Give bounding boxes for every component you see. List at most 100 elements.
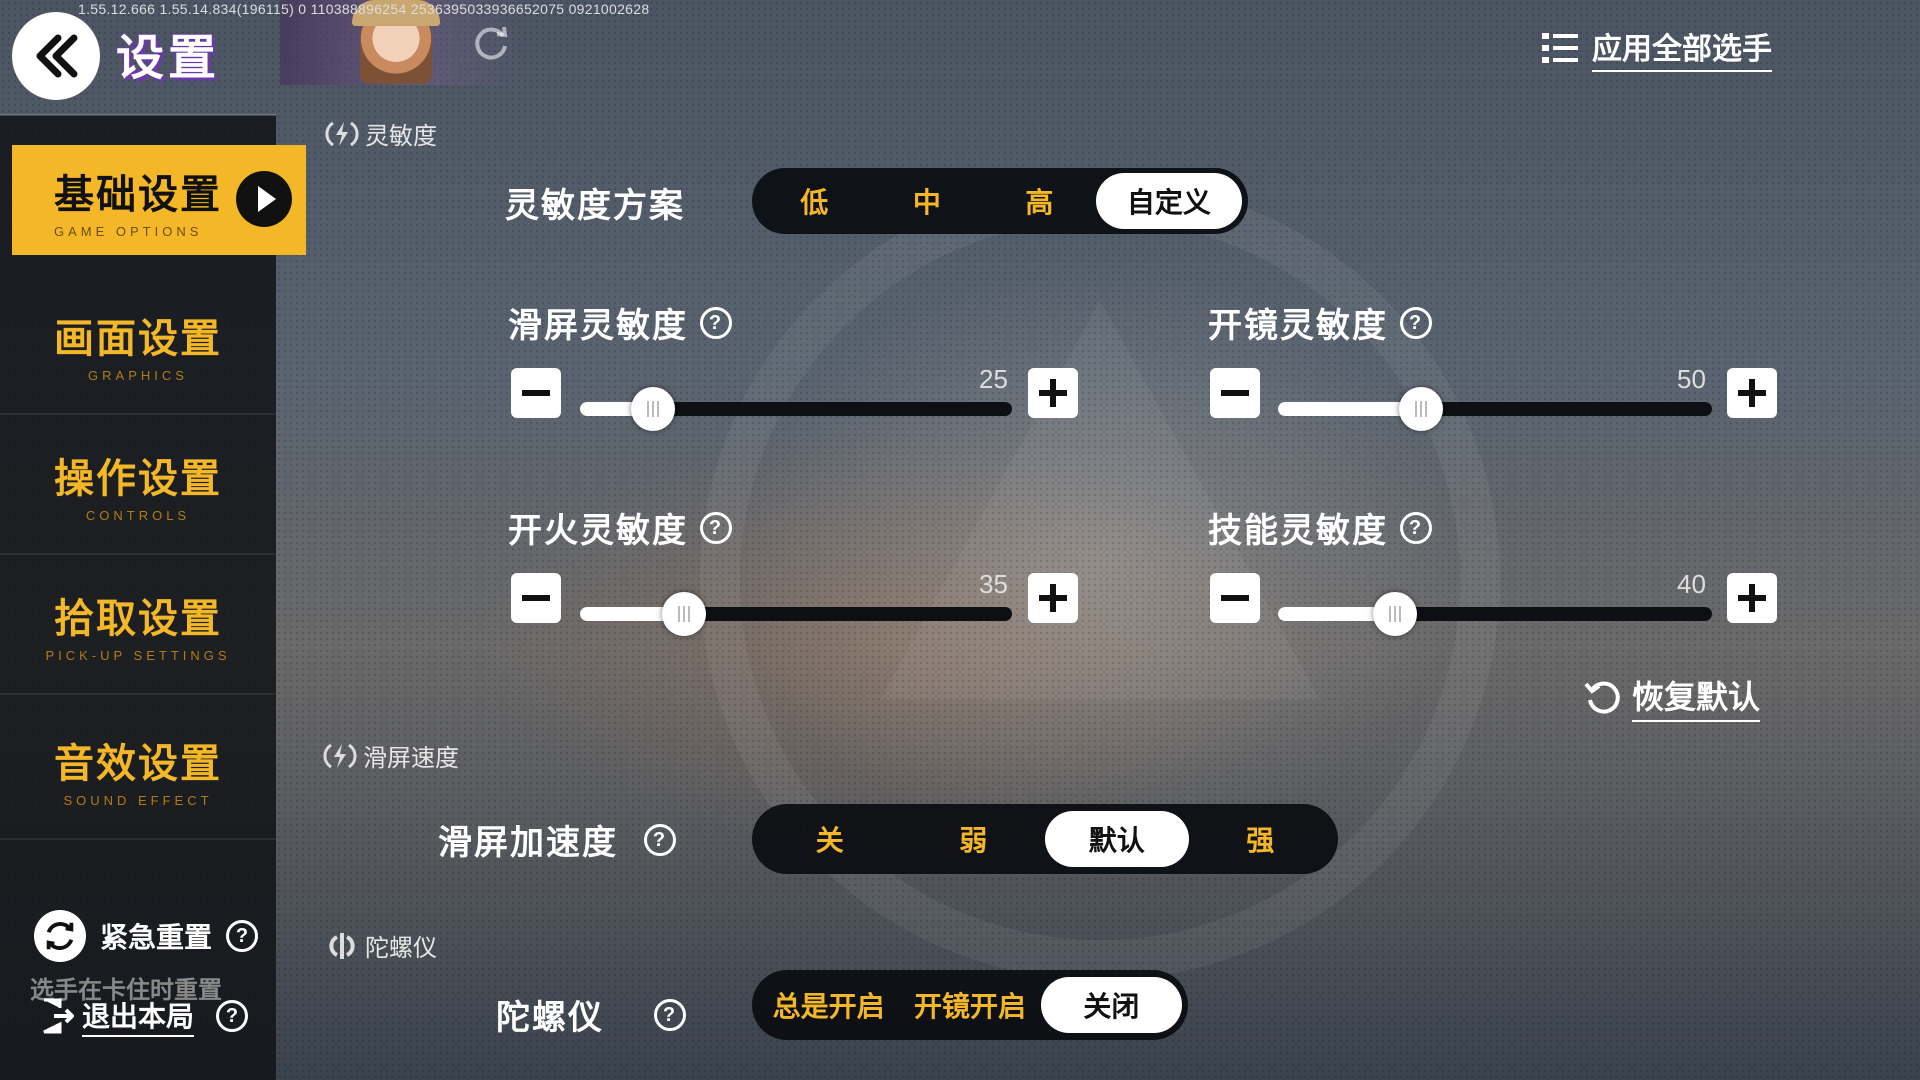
play-icon: [236, 171, 292, 227]
section-gyro: 陀螺仪: [325, 928, 437, 963]
scope-sensitivity-value: 50: [1677, 364, 1706, 394]
sidebar-item-sublabel: GRAPHICS: [88, 367, 188, 383]
sidebar-item-label: 操作设置: [54, 455, 222, 502]
restore-icon: [1584, 681, 1620, 714]
version-text: 1.55.12.666 1.55.14.834(196115) 0 110388…: [78, 1, 650, 17]
section-title: 滑屏速度: [363, 744, 459, 772]
skill-sensitivity-decrease[interactable]: [1210, 573, 1260, 623]
slider-thumb[interactable]: [1373, 592, 1417, 636]
help-icon[interactable]: ?: [1400, 306, 1432, 339]
section-title: 陀螺仪: [365, 934, 437, 962]
sidebar-item-label: 基础设置: [54, 171, 222, 218]
gyro-icon: [329, 932, 355, 959]
slider-label-text: 开火灵敏度: [508, 511, 688, 551]
swipe-sensitivity-slider[interactable]: [580, 387, 1012, 431]
preset-low[interactable]: 低: [758, 173, 871, 229]
apply-all-label: 应用全部选手: [1592, 24, 1772, 72]
sidebar-item-label: 音效设置: [54, 740, 222, 787]
gyro-scope-on[interactable]: 开镜开启: [899, 977, 1040, 1033]
top-bar: 1.55.12.666 1.55.14.834(196115) 0 110388…: [0, 0, 1920, 100]
apply-all-button[interactable]: 应用全部选手: [1540, 24, 1772, 72]
sidebar-item-pickup[interactable]: 拾取设置 PICK-UP SETTINGS: [0, 555, 276, 695]
page-title: 设置: [116, 30, 221, 86]
skill-sensitivity-value: 40: [1677, 569, 1706, 599]
restore-default-button[interactable]: 恢复默认: [1582, 672, 1761, 722]
scope-sensitivity-label: 开镜灵敏度 ?: [1208, 298, 1432, 347]
exit-match-label: 退出本局: [82, 995, 195, 1037]
scope-sensitivity-decrease[interactable]: [1210, 368, 1260, 418]
swipe-accel-label-text: 滑屏加速度: [438, 823, 618, 863]
gyro-off[interactable]: 关闭: [1040, 977, 1182, 1033]
sidebar-item-label: 画面设置: [54, 315, 222, 362]
slider-label-text: 开镜灵敏度: [1208, 306, 1388, 346]
minus-icon: [1221, 595, 1249, 601]
sidebar-item-sublabel: CONTROLS: [85, 507, 191, 523]
gyro-selector: 总是开启 开镜开启 关闭: [752, 970, 1188, 1040]
emergency-reset-button[interactable]: 紧急重置 ?: [34, 910, 259, 962]
preset-medium[interactable]: 中: [871, 173, 984, 229]
swipe-sensitivity-value: 25: [979, 364, 1008, 394]
section-swipe-speed: 滑屏速度: [323, 738, 459, 773]
restore-default-label: 恢复默认: [1632, 672, 1761, 722]
sidebar-item-controls[interactable]: 操作设置 CONTROLS: [0, 415, 276, 555]
preset-custom[interactable]: 自定义: [1095, 173, 1243, 229]
minus-icon: [522, 390, 550, 396]
skill-sensitivity-label: 技能灵敏度 ?: [1208, 503, 1432, 552]
section-sensitivity: 灵敏度: [325, 116, 437, 151]
sidebar-item-game-options[interactable]: 基础设置 GAME OPTIONS: [12, 145, 306, 255]
sidebar-divider: [0, 114, 276, 116]
accel-default[interactable]: 默认: [1045, 811, 1189, 867]
fire-sensitivity-decrease[interactable]: [511, 573, 561, 623]
sidebar-item-sublabel: SOUND EFFECT: [63, 792, 213, 808]
bolt-icon: [325, 121, 359, 146]
scope-sensitivity-increase[interactable]: [1727, 368, 1777, 418]
help-icon[interactable]: ?: [700, 511, 732, 544]
skill-sensitivity-increase[interactable]: [1727, 573, 1777, 623]
help-icon[interactable]: ?: [654, 998, 686, 1031]
refresh-icon[interactable]: [470, 22, 512, 64]
fire-sensitivity-slider[interactable]: [580, 592, 1012, 636]
slider-thumb[interactable]: [1399, 387, 1443, 431]
swipe-accel-selector: 关 弱 默认 强: [752, 804, 1338, 874]
help-icon[interactable]: ?: [700, 306, 732, 339]
back-button[interactable]: [12, 12, 100, 100]
slider-label-text: 滑屏灵敏度: [508, 306, 688, 346]
help-icon[interactable]: ?: [644, 823, 676, 856]
sidebar-item-sound[interactable]: 音效设置 SOUND EFFECT: [0, 700, 276, 840]
minus-icon: [1221, 390, 1249, 396]
emergency-reset-label: 紧急重置: [100, 921, 213, 954]
swipe-accel-label: 滑屏加速度 ?: [438, 815, 676, 864]
sidebar-item-sublabel: GAME OPTIONS: [54, 223, 203, 239]
accel-weak[interactable]: 弱: [902, 811, 1046, 867]
bolt-icon: [323, 743, 357, 768]
gyro-label-text: 陀螺仪: [496, 998, 604, 1038]
section-title: 灵敏度: [365, 122, 437, 150]
swipe-sensitivity-increase[interactable]: [1028, 368, 1078, 418]
help-icon[interactable]: ?: [1400, 511, 1432, 544]
fire-sensitivity-label: 开火灵敏度 ?: [508, 503, 732, 552]
skill-sensitivity-slider[interactable]: [1278, 592, 1712, 636]
fire-sensitivity-value: 35: [979, 569, 1008, 599]
sensitivity-preset-selector: 低 中 高 自定义: [752, 168, 1248, 234]
help-icon[interactable]: ?: [226, 920, 259, 952]
minus-icon: [522, 595, 550, 601]
scope-sensitivity-slider[interactable]: [1278, 387, 1712, 431]
accel-strong[interactable]: 强: [1189, 811, 1333, 867]
swipe-sensitivity-label: 滑屏灵敏度 ?: [508, 298, 732, 347]
sidebar-item-label: 拾取设置: [54, 595, 222, 642]
sidebar-item-sublabel: PICK-UP SETTINGS: [45, 647, 231, 663]
help-icon[interactable]: ?: [216, 1000, 249, 1032]
accel-off[interactable]: 关: [758, 811, 902, 867]
slider-thumb[interactable]: [631, 387, 675, 431]
swipe-sensitivity-decrease[interactable]: [511, 368, 561, 418]
exit-match-button[interactable]: 退出本局 ?: [40, 995, 249, 1037]
back-chevrons-icon: [36, 34, 78, 78]
gyro-always-on[interactable]: 总是开启: [758, 977, 899, 1033]
preset-high[interactable]: 高: [983, 173, 1096, 229]
sidebar-item-graphics[interactable]: 画面设置 GRAPHICS: [0, 275, 276, 415]
reset-icon: [34, 910, 86, 962]
exit-icon: [43, 998, 74, 1034]
slider-label-text: 技能灵敏度: [1208, 511, 1388, 551]
slider-thumb[interactable]: [662, 592, 706, 636]
fire-sensitivity-increase[interactable]: [1028, 573, 1078, 623]
